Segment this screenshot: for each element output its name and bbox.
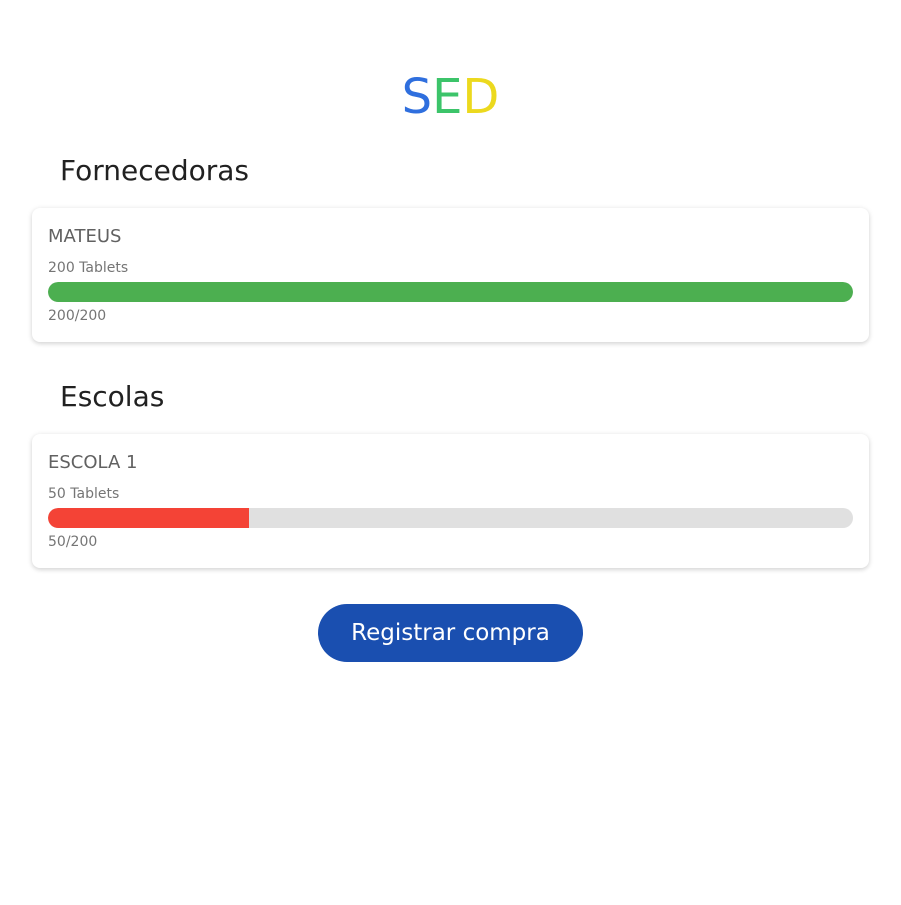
school-card[interactable]: ESCOLA 1 50 Tablets 50/200 (32, 434, 869, 568)
supplier-tablet-count: 200 Tablets (48, 260, 129, 276)
register-purchase-button[interactable]: Registrar compra (318, 604, 583, 662)
supplier-card[interactable]: MATEUS 200 Tablets 200/200 (32, 208, 869, 342)
supplier-name: MATEUS (48, 226, 122, 247)
supplier-progress-label: 200/200 (48, 308, 107, 324)
school-progress-bar (48, 508, 853, 528)
section-title-escolas: Escolas (60, 380, 165, 413)
app-logo: SED (0, 70, 901, 124)
section-title-fornecedoras: Fornecedoras (60, 154, 250, 187)
school-progress-fill (48, 508, 250, 528)
school-progress-label: 50/200 (48, 534, 98, 550)
supplier-progress-fill (48, 282, 853, 302)
logo-letter-s: S (401, 69, 433, 125)
school-name: ESCOLA 1 (48, 452, 138, 473)
school-tablet-count: 50 Tablets (48, 486, 120, 502)
logo-letter-e: E (432, 69, 463, 125)
logo-letter-d: D (462, 69, 500, 125)
supplier-progress-bar (48, 282, 853, 302)
